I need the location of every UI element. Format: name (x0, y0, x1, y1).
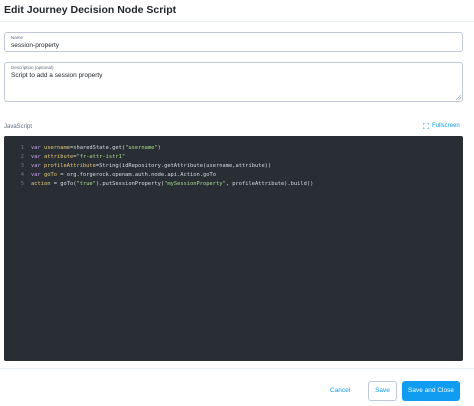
name-field[interactable]: Name session-property (4, 32, 463, 52)
name-field-value[interactable]: session-property (11, 42, 59, 49)
save-button[interactable]: Save (368, 381, 397, 401)
line-code: var attribute="fr-attr-istr1" (31, 154, 126, 160)
line-code: action = goTo("true").putSessionProperty… (31, 181, 314, 187)
line-code: var username=sharedState.get("username") (31, 145, 161, 151)
fullscreen-icon (423, 123, 429, 129)
code-line: 1 var username=sharedState.get("username"… (4, 144, 463, 152)
line-code: var goTo = org.forgerock.openam.auth.nod… (31, 172, 216, 178)
code-line: 4 var goTo = org.forgerock.openam.auth.no… (4, 171, 463, 179)
fullscreen-label: Fullscreen (432, 123, 460, 129)
resize-handle-icon[interactable] (455, 94, 461, 100)
fullscreen-button[interactable]: Fullscreen (423, 123, 460, 129)
cancel-button[interactable]: Cancel (330, 384, 350, 398)
description-field-label: Description (optional) (11, 65, 54, 70)
name-field-label: Name (11, 35, 24, 40)
code-line: 5 action = goTo("true").putSessionPropert… (4, 180, 463, 188)
line-number: 3 (20, 163, 24, 169)
line-code: var profileAttribute=String(idRepository… (31, 163, 272, 169)
line-number: 4 (20, 172, 24, 178)
code-line: 2 var attribute="fr-attr-istr1" (4, 153, 463, 161)
modal-title: Edit Journey Decision Node Script (4, 4, 177, 16)
code-editor[interactable]: 1 var username=sharedState.get("username"… (4, 136, 463, 361)
line-number: 1 (20, 145, 24, 151)
description-field[interactable]: Description (optional) Script to add a s… (4, 62, 463, 102)
line-number: 2 (20, 154, 24, 160)
code-line: 3 var profileAttribute=String(idRepositor… (4, 162, 463, 170)
description-field-value[interactable]: Script to add a session property (11, 72, 102, 79)
modal-header: Edit Journey Decision Node Script (0, 0, 474, 22)
javascript-label: JavaScript (4, 124, 33, 130)
line-number: 5 (20, 181, 24, 187)
save-and-close-button[interactable]: Save and Close (402, 381, 460, 401)
